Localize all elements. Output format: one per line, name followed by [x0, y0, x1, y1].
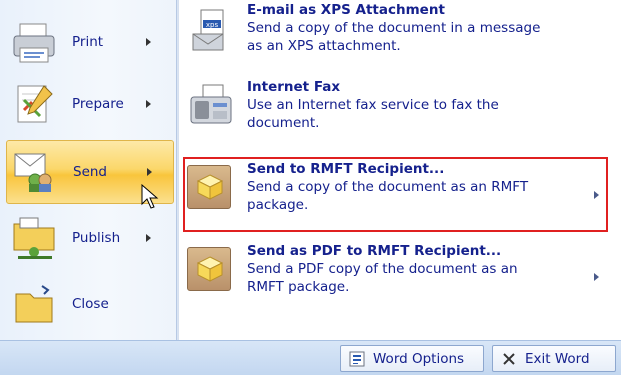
exit-word-label: Exit Word — [525, 350, 590, 367]
svg-text:xps: xps — [206, 21, 219, 29]
submenu-item-internet-fax[interactable]: Internet Fax Use an Internet fax service… — [185, 79, 609, 132]
submenu-item-description: Send a PDF copy of the document as an — [247, 261, 518, 277]
submenu-item-description: Send a copy of the document in a message — [247, 20, 541, 36]
submenu-item-title: Internet Fax — [247, 79, 341, 95]
submenu-item-description: Use an Internet fax service to fax the — [247, 97, 499, 113]
submenu-item-description: document. — [247, 115, 320, 131]
chevron-right-icon — [594, 273, 599, 281]
exit-word-button[interactable]: Exit Word — [492, 345, 616, 372]
office-menu-left-pane: Print Prepare Send Publish Close — [0, 0, 177, 340]
menu-item-prepare[interactable]: Prepare — [6, 72, 174, 136]
submenu-item-title: E-mail as XPS Attachment — [247, 2, 445, 18]
submenu-item-description: as an XPS attachment. — [247, 38, 401, 54]
options-icon — [349, 351, 365, 367]
word-options-button[interactable]: Word Options — [340, 345, 484, 372]
folder-close-icon — [10, 280, 58, 328]
menu-item-send-label: Send — [73, 164, 108, 180]
submenu-item-description: RMFT package. — [247, 279, 350, 295]
menu-item-publish-label: Publish — [72, 230, 121, 246]
chevron-right-icon — [146, 234, 151, 242]
menu-item-prepare-label: Prepare — [72, 96, 124, 112]
chevron-right-icon — [146, 100, 151, 108]
publish-icon — [10, 214, 58, 262]
annotation-highlight-box — [183, 157, 608, 232]
submenu-item-email-xps[interactable]: xps E-mail as XPS Attachment Send a copy… — [185, 2, 609, 55]
submenu-item-title: Send as PDF to RMFT Recipient... — [247, 243, 502, 259]
submenu-item-send-pdf-to-rmft[interactable]: Send as PDF to RMFT Recipient... Send a … — [185, 243, 609, 296]
menu-item-close-label: Close — [72, 296, 109, 312]
menu-item-print-label: Print — [72, 34, 104, 50]
prepare-icon — [10, 80, 58, 128]
chevron-right-icon — [146, 38, 151, 46]
printer-icon — [10, 18, 58, 66]
menu-item-print[interactable]: Print — [6, 10, 174, 74]
send-icon — [11, 148, 59, 196]
fax-icon — [187, 83, 235, 131]
close-icon — [501, 351, 517, 367]
chevron-right-icon — [147, 168, 152, 176]
menu-item-close[interactable]: Close — [6, 272, 174, 336]
menu-item-publish[interactable]: Publish — [6, 206, 174, 270]
office-menu-footer: Word Options Exit Word — [0, 340, 621, 375]
rmft-package-icon — [187, 247, 235, 295]
word-options-label: Word Options — [373, 350, 465, 367]
xps-email-icon: xps — [187, 6, 235, 54]
